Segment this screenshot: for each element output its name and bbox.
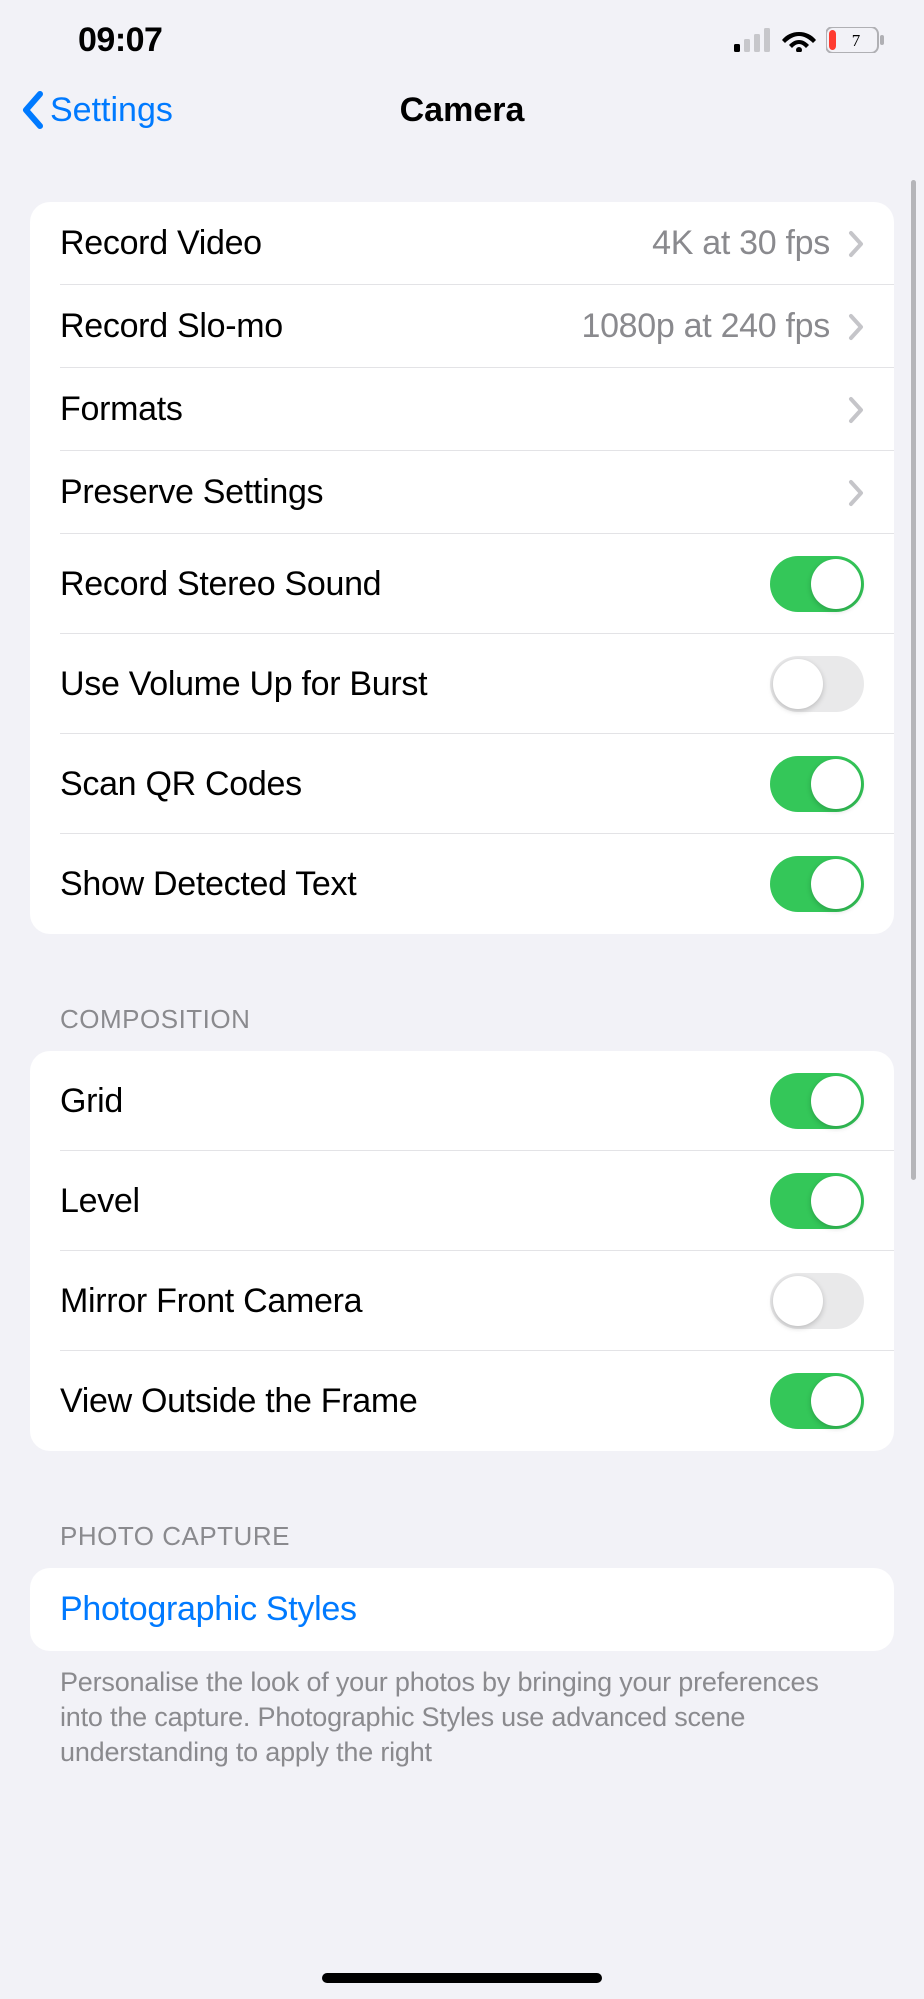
row-label: Use Volume Up for Burst bbox=[60, 665, 770, 704]
row-label: Grid bbox=[60, 1082, 770, 1121]
chevron-right-icon bbox=[848, 230, 864, 258]
back-label: Settings bbox=[50, 91, 173, 130]
section-header-photo-capture: PHOTO CAPTURE bbox=[30, 1521, 894, 1568]
status-time: 09:07 bbox=[78, 21, 162, 60]
row-record-slomo[interactable]: Record Slo-mo 1080p at 240 fps bbox=[30, 285, 894, 368]
row-mirror-front-camera: Mirror Front Camera bbox=[30, 1251, 894, 1351]
row-photographic-styles[interactable]: Photographic Styles bbox=[30, 1568, 894, 1651]
row-record-video[interactable]: Record Video 4K at 30 fps bbox=[30, 202, 894, 285]
row-record-stereo-sound: Record Stereo Sound bbox=[30, 534, 894, 634]
row-formats[interactable]: Formats bbox=[30, 368, 894, 451]
chevron-left-icon bbox=[20, 90, 44, 130]
chevron-right-icon bbox=[848, 313, 864, 341]
back-button[interactable]: Settings bbox=[20, 90, 173, 130]
row-value: 4K at 30 fps bbox=[652, 224, 830, 263]
toggle-volume-up-burst[interactable] bbox=[770, 656, 864, 712]
toggle-level[interactable] bbox=[770, 1173, 864, 1229]
toggle-record-stereo-sound[interactable] bbox=[770, 556, 864, 612]
section-header-composition: COMPOSITION bbox=[30, 1004, 894, 1051]
row-view-outside-frame: View Outside the Frame bbox=[30, 1351, 894, 1451]
row-value: 1080p at 240 fps bbox=[581, 307, 830, 346]
row-grid: Grid bbox=[30, 1051, 894, 1151]
row-label: Record Slo-mo bbox=[60, 307, 581, 346]
row-show-detected-text: Show Detected Text bbox=[30, 834, 894, 934]
row-label: View Outside the Frame bbox=[60, 1382, 770, 1421]
settings-group-photo-capture: Photographic Styles bbox=[30, 1568, 894, 1651]
row-level: Level bbox=[30, 1151, 894, 1251]
row-label: Level bbox=[60, 1182, 770, 1221]
chevron-right-icon bbox=[848, 479, 864, 507]
footer-text-photographic-styles: Personalise the look of your photos by b… bbox=[30, 1651, 894, 1770]
toggle-view-outside-frame[interactable] bbox=[770, 1373, 864, 1429]
row-label: Scan QR Codes bbox=[60, 765, 770, 804]
link-label: Photographic Styles bbox=[60, 1590, 357, 1629]
toggle-show-detected-text[interactable] bbox=[770, 856, 864, 912]
row-scan-qr: Scan QR Codes bbox=[30, 734, 894, 834]
svg-text:7: 7 bbox=[852, 31, 861, 50]
home-indicator[interactable] bbox=[322, 1973, 602, 1983]
row-label: Record Video bbox=[60, 224, 652, 263]
nav-bar: Settings Camera bbox=[0, 80, 924, 160]
toggle-mirror-front-camera[interactable] bbox=[770, 1273, 864, 1329]
status-icons: 7 bbox=[734, 27, 884, 53]
battery-icon: 7 bbox=[826, 27, 884, 53]
cellular-icon bbox=[734, 28, 772, 52]
scrollbar[interactable] bbox=[911, 180, 916, 1180]
settings-group-main: Record Video 4K at 30 fps Record Slo-mo … bbox=[30, 202, 894, 934]
row-label: Preserve Settings bbox=[60, 473, 848, 512]
toggle-scan-qr[interactable] bbox=[770, 756, 864, 812]
toggle-grid[interactable] bbox=[770, 1073, 864, 1129]
status-bar: 09:07 7 bbox=[0, 0, 924, 80]
row-volume-up-burst: Use Volume Up for Burst bbox=[30, 634, 894, 734]
row-label: Mirror Front Camera bbox=[60, 1282, 770, 1321]
page-title: Camera bbox=[400, 91, 525, 130]
wifi-icon bbox=[782, 28, 816, 52]
row-label: Formats bbox=[60, 390, 848, 429]
chevron-right-icon bbox=[848, 396, 864, 424]
row-preserve-settings[interactable]: Preserve Settings bbox=[30, 451, 894, 534]
row-label: Show Detected Text bbox=[60, 865, 770, 904]
row-label: Record Stereo Sound bbox=[60, 565, 770, 604]
settings-group-composition: Grid Level Mirror Front Camera View Outs… bbox=[30, 1051, 894, 1451]
